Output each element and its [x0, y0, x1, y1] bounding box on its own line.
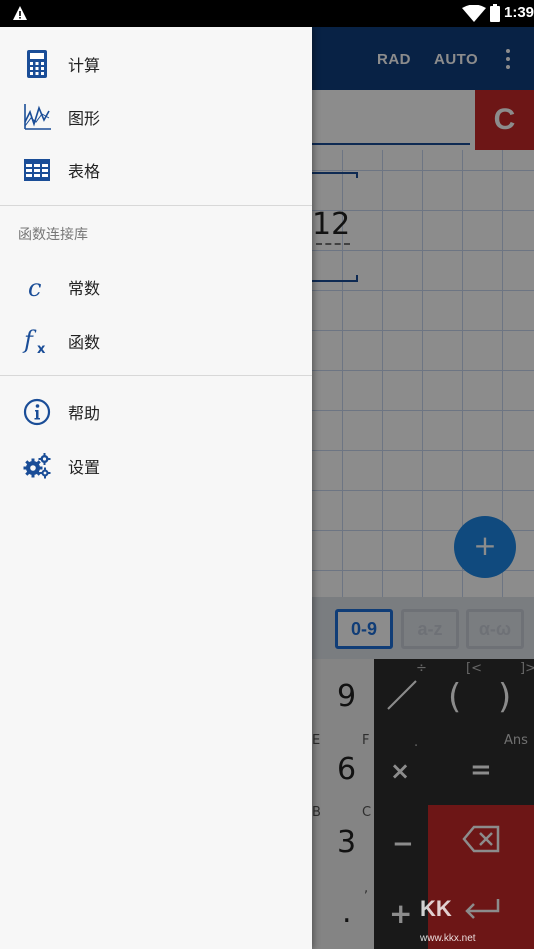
drawer-item-settings[interactable]: 设置: [0, 439, 312, 492]
watermark-logo: KK: [420, 896, 452, 921]
drawer-divider: [0, 375, 312, 376]
drawer-item-label: 设置: [68, 458, 101, 477]
drawer-item-label: 帮助: [68, 404, 101, 423]
calculator-icon: [27, 50, 47, 78]
drawer-item-calculate[interactable]: 计算: [0, 37, 312, 90]
drawer-item-table[interactable]: 表格: [0, 143, 312, 196]
warning-icon: [13, 6, 27, 20]
function-icon: f x: [22, 326, 46, 356]
constant-icon: c: [28, 274, 41, 302]
library-section-title: 函数连接库: [18, 227, 88, 243]
drawer-item-label: 表格: [68, 162, 101, 181]
navigation-drawer: 计算 图形 表格 函数连接库 c 常数 f x 函数 帮助 设置: [0, 27, 312, 949]
watermark-url: www.kkx.net: [420, 933, 476, 944]
drawer-item-help[interactable]: 帮助: [0, 385, 312, 438]
drawer-item-graph[interactable]: 图形: [0, 90, 312, 143]
battery-icon: [490, 4, 500, 22]
drawer-divider: [0, 205, 312, 206]
info-icon: [23, 398, 51, 426]
svg-text:x: x: [37, 342, 46, 356]
drawer-item-label: 函数: [68, 333, 101, 352]
table-icon: [24, 159, 50, 181]
drawer-item-functions[interactable]: f x 函数: [0, 314, 312, 367]
svg-text:f: f: [22, 326, 37, 354]
drawer-item-label: 图形: [68, 109, 101, 128]
settings-icon: [23, 453, 51, 479]
status-time: 1:39: [504, 4, 534, 21]
wifi-icon: [462, 5, 486, 22]
graph-icon: [24, 104, 51, 130]
drawer-item-label: 计算: [68, 56, 101, 75]
drawer-item-constants[interactable]: c 常数: [0, 260, 312, 313]
drawer-item-label: 常数: [68, 279, 101, 298]
status-bar: 1:39: [0, 0, 534, 27]
svg-text:c: c: [28, 274, 41, 302]
